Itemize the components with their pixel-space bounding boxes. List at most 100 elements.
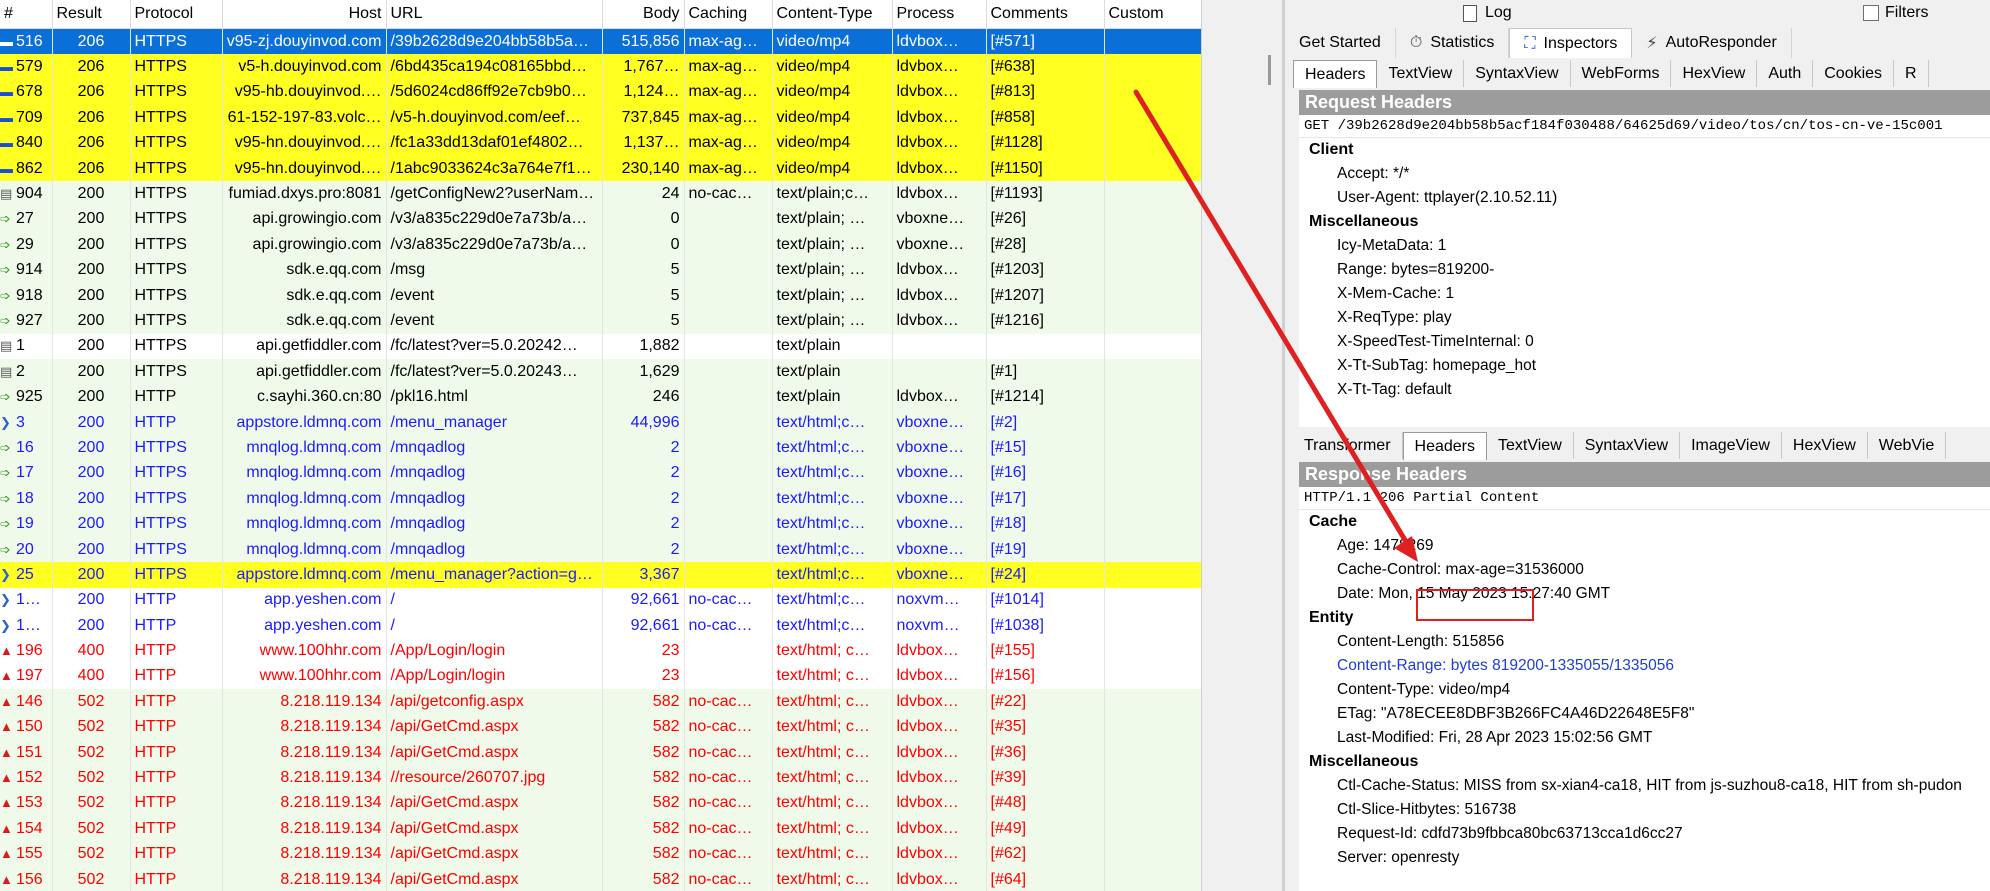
tab-inspectors[interactable]: ⛶ Inspectors <box>1509 28 1633 59</box>
filters-toggle[interactable]: Filters <box>1863 4 1929 22</box>
header-line[interactable]: User-Agent: ttplayer(2.10.52.11) <box>1299 186 1990 210</box>
session-row[interactable]: ▲ 156 502 HTTP 8.218.119.134/api/GetCmd.aspx… <box>0 866 1201 891</box>
filters-checkbox[interactable] <box>1863 5 1879 21</box>
header-line[interactable]: Content-Length: 515856 <box>1299 630 1990 654</box>
response-tab-hexview[interactable]: HexView <box>1782 432 1868 459</box>
result-code-cell: 200 <box>52 460 131 487</box>
status-line[interactable]: HTTP/1.1 206 Partial Content <box>1299 487 1990 510</box>
header-line[interactable]: Cache-Control: max-age=31536000 <box>1299 558 1990 582</box>
session-row[interactable]: ❯ 3 200 HTTP appstore.ldmnq.com/menu_manager… <box>0 409 1201 436</box>
response-tab-imageview[interactable]: ImageView <box>1680 432 1782 459</box>
header-group-cache[interactable]: Cache <box>1299 510 1990 534</box>
header-line[interactable]: Content-Range: bytes 819200-1335055/1335… <box>1299 654 1990 678</box>
session-row[interactable]: ▬ 709 206 HTTPS 61-152-197-83.volc…/v5-h.dou… <box>0 105 1201 131</box>
header-line[interactable]: X-Mem-Cache: 1 <box>1299 282 1990 306</box>
session-row[interactable]: ➩ 927 200 HTTPS sdk.e.qq.com/event 5 text/plai… <box>0 308 1201 334</box>
column-header[interactable]: # <box>0 0 53 29</box>
session-id-text: 918 <box>16 286 43 304</box>
header-line[interactable]: Icy-MetaData: 1 <box>1299 234 1990 258</box>
column-header[interactable]: Protocol <box>130 0 223 29</box>
session-row[interactable]: ▤ 2 200 HTTPS api.getfiddler.com/fc/latest?v… <box>0 359 1201 385</box>
header-line[interactable]: X-SpeedTest-TimeInternal: 0 <box>1299 330 1990 354</box>
request-tab-webforms[interactable]: WebForms <box>1571 60 1672 87</box>
session-row[interactable]: ▤ 904 200 HTTPS fumiad.dxys.pro:8081/getConf… <box>0 181 1201 207</box>
header-line[interactable]: Ctl-Slice-Hitbytes: 516738 <box>1299 798 1990 822</box>
log-toggle[interactable]: Log <box>1463 4 1512 22</box>
session-row[interactable]: ▬ 516 206 HTTPS v95-zj.douyinvod.com/39b2628… <box>0 28 1201 55</box>
session-row[interactable]: ▲ 154 502 HTTP 8.218.119.134/api/GetCmd.aspx… <box>0 816 1201 842</box>
session-row[interactable]: ▤ 1 200 HTTPS api.getfiddler.com/fc/latest?v… <box>0 333 1201 360</box>
header-line[interactable]: Ctl-Cache-Status: MISS from sx-xian4-ca1… <box>1299 774 1990 798</box>
request-line[interactable]: GET /39b2628d9e204bb58b5acf184f030488/64… <box>1299 115 1990 138</box>
session-row[interactable]: ➩ 918 200 HTTPS sdk.e.qq.com/event 5 text/plai… <box>0 282 1201 309</box>
header-line[interactable]: Accept: */* <box>1299 162 1990 186</box>
session-row[interactable]: ▬ 678 206 HTTPS v95-hb.douyinvod.…/5d6024cd8… <box>0 79 1201 106</box>
response-tab-webvie[interactable]: WebVie <box>1868 432 1947 459</box>
session-row[interactable]: ❯ 1… 200 HTTP app.yeshen.com/92,661 no-cac… te… <box>0 612 1201 639</box>
response-tab-syntaxview[interactable]: SyntaxView <box>1574 432 1681 459</box>
tab-autoresponder[interactable]: ⚡ AutoResponder <box>1632 28 1792 58</box>
column-header[interactable]: Result <box>52 0 131 29</box>
session-row[interactable]: ➩ 29 200 HTTPS api.growingio.com/v3/a835c229… <box>0 232 1201 258</box>
header-group-miscellaneous[interactable]: Miscellaneous <box>1299 750 1990 774</box>
session-row[interactable]: ➩ 27 200 HTTPS api.growingio.com/v3/a835c229… <box>0 206 1201 233</box>
session-row[interactable]: ▬ 579 206 HTTPS v5-h.douyinvod.com/6bd435ca1… <box>0 54 1201 80</box>
session-row[interactable]: ➩ 925 200 HTTP c.sayhi.360.cn:80/pkl16.html 2… <box>0 384 1201 410</box>
session-row[interactable]: ❯ 1… 200 HTTP app.yeshen.com/92,661 no-cac… te… <box>0 587 1201 613</box>
session-row[interactable]: ➩ 18 200 HTTPS mnqlog.ldmnq.com/mnqadlog 2 tex… <box>0 486 1201 512</box>
session-row[interactable]: ➩ 19 200 HTTPS mnqlog.ldmnq.com/mnqadlog 2 tex… <box>0 511 1201 537</box>
request-tab-hexview[interactable]: HexView <box>1671 60 1758 87</box>
header-line[interactable]: X-Tt-Tag: default <box>1299 378 1990 402</box>
header-line[interactable]: Range: bytes=819200- <box>1299 258 1990 282</box>
session-row[interactable]: ➩ 16 200 HTTPS mnqlog.ldmnq.com/mnqadlog 2 tex… <box>0 435 1201 461</box>
header-group-client[interactable]: Client <box>1299 138 1990 162</box>
session-row[interactable]: ➩ 17 200 HTTPS mnqlog.ldmnq.com/mnqadlog 2 tex… <box>0 460 1201 487</box>
session-row[interactable]: ▲ 155 502 HTTP 8.218.119.134/api/GetCmd.aspx… <box>0 841 1201 867</box>
session-row[interactable]: ➩ 20 200 HTTPS mnqlog.ldmnq.com/mnqadlog 2 tex… <box>0 536 1201 563</box>
header-line[interactable]: Server: openresty <box>1299 846 1990 870</box>
session-row[interactable]: ▲ 153 502 HTTP 8.218.119.134/api/GetCmd.aspx… <box>0 790 1201 817</box>
request-tab-headers[interactable]: Headers <box>1293 60 1378 88</box>
session-row[interactable]: ▬ 862 206 HTTPS v95-hn.douyinvod.…/1abc90336… <box>0 155 1201 182</box>
column-header[interactable]: Content-Type <box>772 0 893 29</box>
session-row[interactable]: ▬ 840 206 HTTPS v95-hn.douyinvod.…/fc1a33dd1… <box>0 130 1201 156</box>
header-line[interactable]: X-Tt-SubTag: homepage_hot <box>1299 354 1990 378</box>
response-tab-transformer[interactable]: Transformer <box>1293 432 1403 459</box>
splitter-grip[interactable] <box>1268 55 1271 85</box>
request-tab-cookies[interactable]: Cookies <box>1813 60 1895 87</box>
header-line[interactable]: Content-Type: video/mp4 <box>1299 678 1990 702</box>
session-row[interactable]: ▲ 146 502 HTTP 8.218.119.134/api/getconfig.a… <box>0 689 1201 715</box>
header-group-miscellaneous[interactable]: Miscellaneous <box>1299 210 1990 234</box>
request-tab-syntaxview[interactable]: SyntaxView <box>1464 60 1571 87</box>
tab-get started[interactable]: Get Started <box>1285 28 1396 58</box>
column-header[interactable]: URL <box>386 0 603 29</box>
header-line[interactable]: Last-Modified: Fri, 28 Apr 2023 15:02:56… <box>1299 726 1990 750</box>
session-row[interactable]: ❯ 25 200 HTTPS appstore.ldmnq.com/menu_manag… <box>0 562 1201 588</box>
session-row[interactable]: ▲ 152 502 HTTP 8.218.119.134//resource/26070… <box>0 765 1201 791</box>
column-header[interactable]: Caching <box>684 0 773 29</box>
column-header[interactable]: Custom <box>1104 0 1201 29</box>
request-tab-auth[interactable]: Auth <box>1757 60 1814 87</box>
pane-splitter[interactable] <box>1201 0 1286 891</box>
header-line[interactable]: Date: Mon, 15 May 2023 15:27:40 GMT <box>1299 582 1990 606</box>
session-row[interactable]: ▲ 197 400 HTTP www.100hhr.com/App/Login/logi… <box>0 663 1201 690</box>
header-group-entity[interactable]: Entity <box>1299 606 1990 630</box>
session-row[interactable]: ▲ 151 502 HTTP 8.218.119.134/api/GetCmd.aspx… <box>0 739 1201 766</box>
response-tab-headers[interactable]: Headers <box>1402 432 1488 460</box>
header-line[interactable]: X-ReqType: play <box>1299 306 1990 330</box>
session-list[interactable]: # Result Protocol Host URL Body Caching Content… <box>0 0 1201 891</box>
session-row[interactable]: ➩ 914 200 HTTPS sdk.e.qq.com/msg 5 text/plain;… <box>0 257 1201 283</box>
session-row[interactable]: ▲ 196 400 HTTP www.100hhr.com/App/Login/logi… <box>0 638 1201 664</box>
request-tab-r[interactable]: R <box>1894 60 1929 87</box>
column-header[interactable]: Body <box>602 0 685 29</box>
request-tab-textview[interactable]: TextView <box>1377 60 1465 87</box>
header-line[interactable]: ETag: "A78ECEE8DBF3B266FC4A46D22648E5F8" <box>1299 702 1990 726</box>
tab-statistics[interactable]: ⏱ Statistics <box>1396 28 1510 58</box>
header-line[interactable]: Age: 1478269 <box>1299 534 1990 558</box>
response-tab-textview[interactable]: TextView <box>1487 432 1574 459</box>
header-line[interactable]: Request-Id: cdfd73b9fbbca80bc63713cca1d6… <box>1299 822 1990 846</box>
column-header[interactable]: Process <box>892 0 987 29</box>
session-row[interactable]: ▲ 150 502 HTTP 8.218.119.134/api/GetCmd.aspx… <box>0 714 1201 740</box>
column-header[interactable]: Comments <box>986 0 1105 29</box>
column-header[interactable]: Host <box>222 0 387 29</box>
